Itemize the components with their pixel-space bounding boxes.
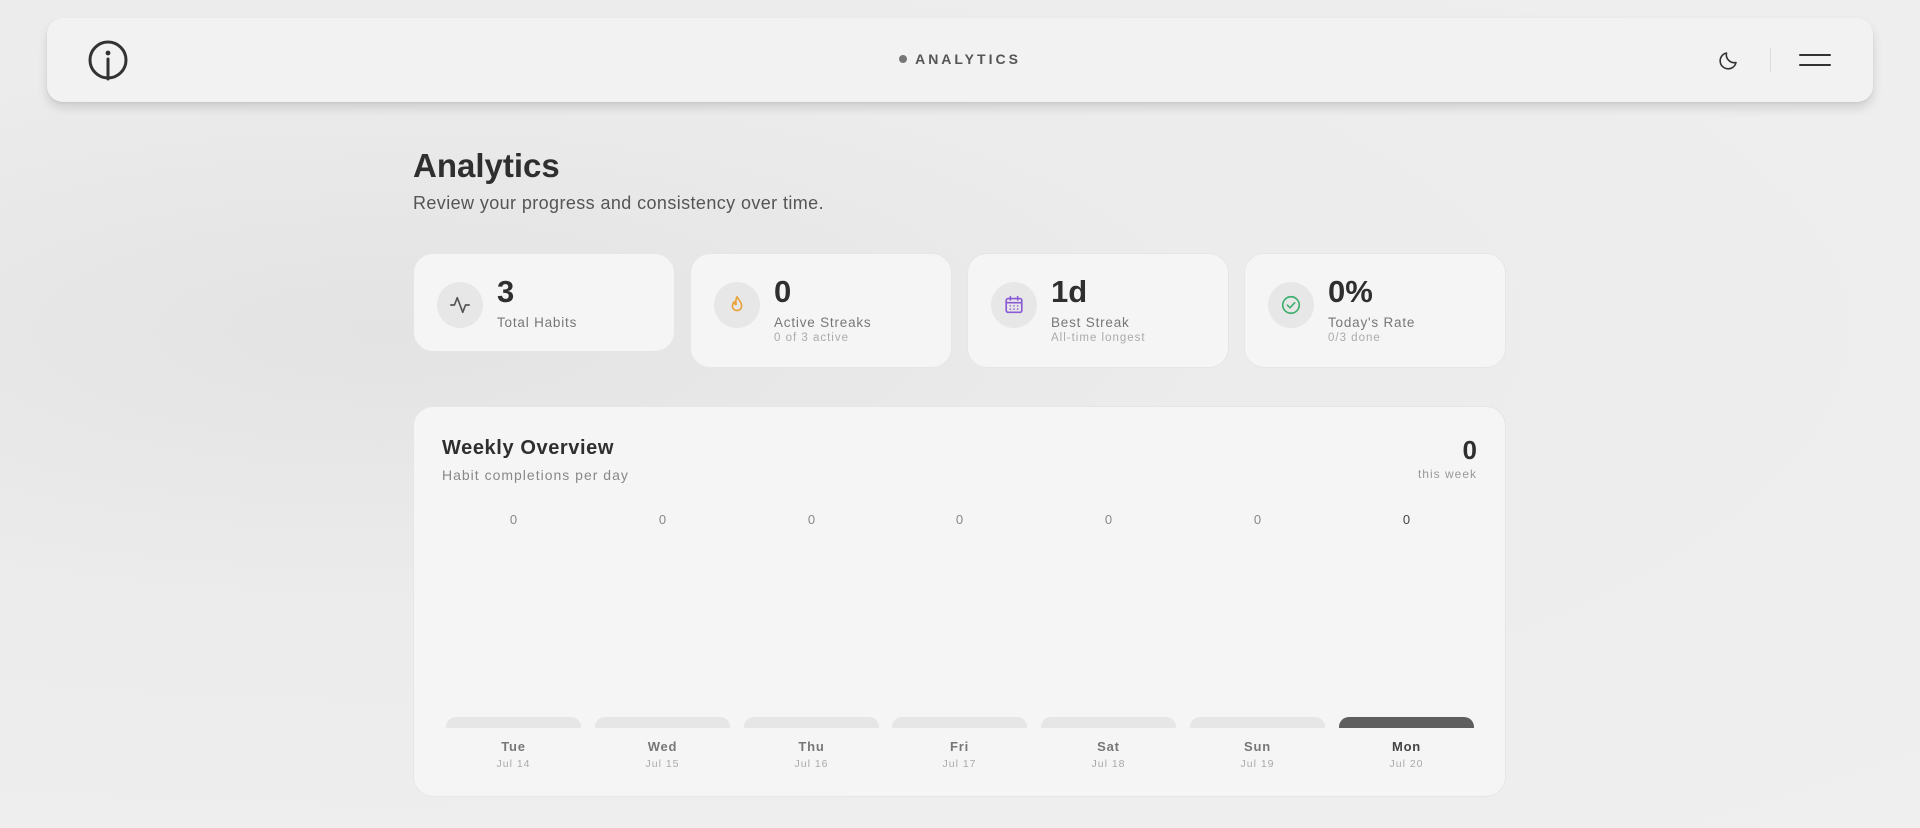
stat-label: Today's Rate [1328,315,1416,330]
flame-icon [714,282,760,328]
page-subtitle: Review your progress and consistency ove… [413,193,824,213]
day-column[interactable]: 0 Thu Jul 16 [744,407,879,798]
day-bar [1190,717,1325,728]
calendar-icon [991,282,1037,328]
day-count: 0 [1402,512,1411,527]
day-count: 0 [1253,512,1262,527]
stat-card-todays-rate: 0% Today's Rate 0/3 done [1244,253,1506,368]
activity-icon [437,282,483,328]
stat-sublabel: 0/3 done [1328,332,1381,344]
day-count: 0 [658,512,667,527]
day-count: 0 [955,512,964,527]
day-name: Wed [647,739,678,754]
day-date: Jul 14 [496,758,531,770]
day-column[interactable]: 0 Sun Jul 19 [1190,407,1325,798]
day-bar [595,717,730,728]
day-bar-today [1339,717,1474,728]
day-name: Thu [798,739,825,754]
stat-label: Active Streaks [774,315,872,330]
stat-card-total-habits: 3 Total Habits [413,253,675,352]
day-column[interactable]: 0 Wed Jul 15 [595,407,730,798]
stat-value: 0 [774,274,792,309]
stat-value: 3 [497,274,515,309]
stat-label: Total Habits [497,315,578,330]
stat-card-best-streak: 1d Best Streak All-time longest [967,253,1229,368]
top-navigation-bar: ANALYTICS [47,18,1873,102]
stat-sublabel: 0 of 3 active [774,332,850,344]
day-count: 0 [807,512,816,527]
section-dot-icon [899,55,908,63]
day-name: Sun [1244,739,1271,754]
stat-value: 1d [1051,274,1088,309]
check-circle-icon [1268,282,1314,328]
day-count: 0 [509,512,518,527]
day-date: Jul 15 [645,758,680,770]
day-bar [446,717,581,728]
stat-value: 0% [1328,274,1373,309]
day-column-today[interactable]: 0 Mon Jul 20 [1339,407,1474,798]
day-bar [892,717,1027,728]
stat-sublabel: All-time longest [1051,332,1146,344]
day-name: Sat [1097,739,1120,754]
day-bar [1041,717,1176,728]
day-name: Fri [949,739,969,754]
day-count: 0 [1104,512,1113,527]
stat-card-active-streaks: 0 Active Streaks 0 of 3 active [690,253,952,368]
day-date: Jul 19 [1240,758,1275,770]
weekly-overview-card: Weekly Overview Habit completions per da… [413,406,1506,797]
current-section-label: ANALYTICS [47,51,1873,67]
header-divider [1770,48,1771,72]
day-date: Jul 16 [794,758,829,770]
page-title: Analytics [413,147,560,184]
day-name: Tue [501,739,526,754]
day-date: Jul 20 [1389,758,1424,770]
stat-label: Best Streak [1051,315,1130,330]
day-column[interactable]: 0 Fri Jul 17 [892,407,1027,798]
day-name: Mon [1391,739,1422,754]
section-name: ANALYTICS [915,51,1021,67]
day-date: Jul 18 [1091,758,1126,770]
menu-hamburger-icon[interactable] [1795,48,1835,72]
dark-mode-toggle-moon-icon[interactable] [1717,48,1741,72]
day-bar [744,717,879,728]
day-date: Jul 17 [942,758,977,770]
day-column[interactable]: 0 Tue Jul 14 [446,407,581,798]
day-column[interactable]: 0 Sat Jul 18 [1041,407,1176,798]
